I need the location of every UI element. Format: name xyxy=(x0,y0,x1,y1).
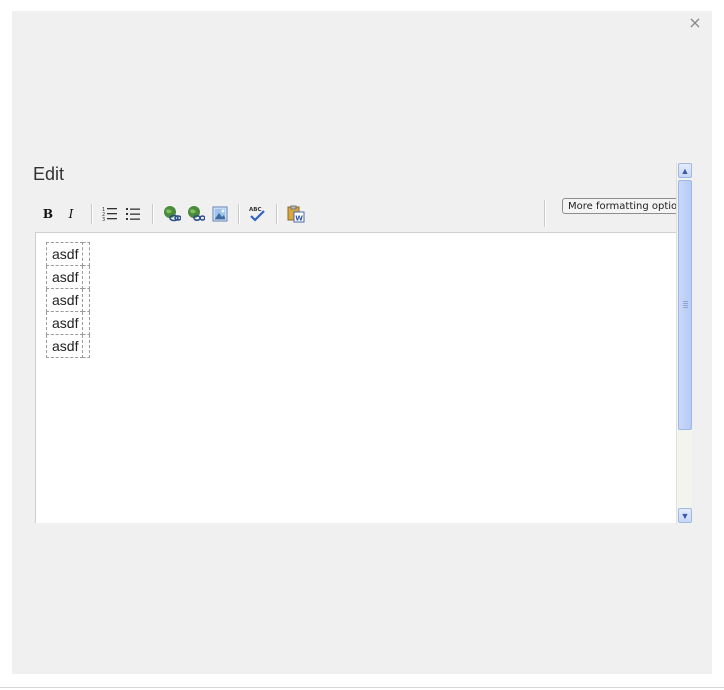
toolbar-separator xyxy=(238,204,240,224)
scrollbar-thumb[interactable] xyxy=(678,180,692,430)
empty-table-cell[interactable] xyxy=(82,242,91,266)
numbered-list-icon: 1 2 3 xyxy=(102,207,117,222)
svg-text:ABC: ABC xyxy=(249,207,262,213)
svg-text:W: W xyxy=(295,215,303,223)
table-cell[interactable]: asdf xyxy=(45,288,84,312)
table-row: asdf xyxy=(45,288,91,312)
table-cell[interactable]: asdf xyxy=(45,311,84,335)
empty-table-cell[interactable] xyxy=(82,311,91,335)
spellcheck-icon: ABC xyxy=(249,207,265,222)
rich-text-editor[interactable]: asdf asdf asdf asdf asdf xyxy=(35,232,676,523)
svg-text:3: 3 xyxy=(102,217,105,222)
table-cell[interactable]: asdf xyxy=(45,242,84,266)
scroll-up-button[interactable]: ▲ xyxy=(678,163,692,178)
insert-image-button[interactable] xyxy=(210,204,230,224)
empty-table-cell[interactable] xyxy=(82,334,91,358)
more-formatting-options-button[interactable]: More formatting options xyxy=(562,198,678,214)
table-cell[interactable]: asdf xyxy=(45,334,84,358)
paste-from-word-button[interactable]: W xyxy=(286,204,306,224)
table-row: asdf xyxy=(45,334,91,358)
content-table[interactable]: asdf asdf asdf asdf asdf xyxy=(45,242,91,358)
link-icon xyxy=(164,206,181,222)
empty-table-cell[interactable] xyxy=(82,288,91,312)
table-row: asdf xyxy=(45,242,91,266)
table-row: asdf xyxy=(45,311,91,335)
toolbar-separator xyxy=(91,204,93,224)
bold-button[interactable]: B xyxy=(38,204,58,224)
chevron-down-icon: ▼ xyxy=(680,510,690,521)
bulleted-list-button[interactable] xyxy=(123,204,143,224)
italic-icon: I xyxy=(68,207,74,221)
spell-check-button[interactable]: ABC xyxy=(247,204,267,224)
toolbar-separator xyxy=(544,200,546,227)
close-icon[interactable]: × xyxy=(688,15,702,31)
empty-table-cell[interactable] xyxy=(82,265,91,289)
table-row: asdf xyxy=(45,265,91,289)
bold-icon: B xyxy=(42,207,54,221)
grip-icon xyxy=(683,301,688,309)
italic-button[interactable]: I xyxy=(61,204,81,224)
insert-link-button[interactable] xyxy=(162,204,182,224)
unlink-icon xyxy=(188,206,205,222)
image-icon xyxy=(212,206,228,222)
chevron-up-icon: ▲ xyxy=(680,165,690,176)
numbered-list-button[interactable]: 1 2 3 xyxy=(100,204,120,224)
divider xyxy=(0,687,724,688)
paste-word-icon: W xyxy=(287,205,305,223)
remove-link-button[interactable] xyxy=(186,204,206,224)
table-cell[interactable]: asdf xyxy=(45,265,84,289)
scroll-down-button[interactable]: ▼ xyxy=(678,508,692,523)
toolbar-separator xyxy=(276,204,278,224)
bulleted-list-icon xyxy=(126,208,140,220)
toolbar-separator xyxy=(152,204,154,224)
dialog-title: Edit xyxy=(33,164,65,184)
vertical-scrollbar[interactable]: ▲ ▼ xyxy=(676,162,692,524)
